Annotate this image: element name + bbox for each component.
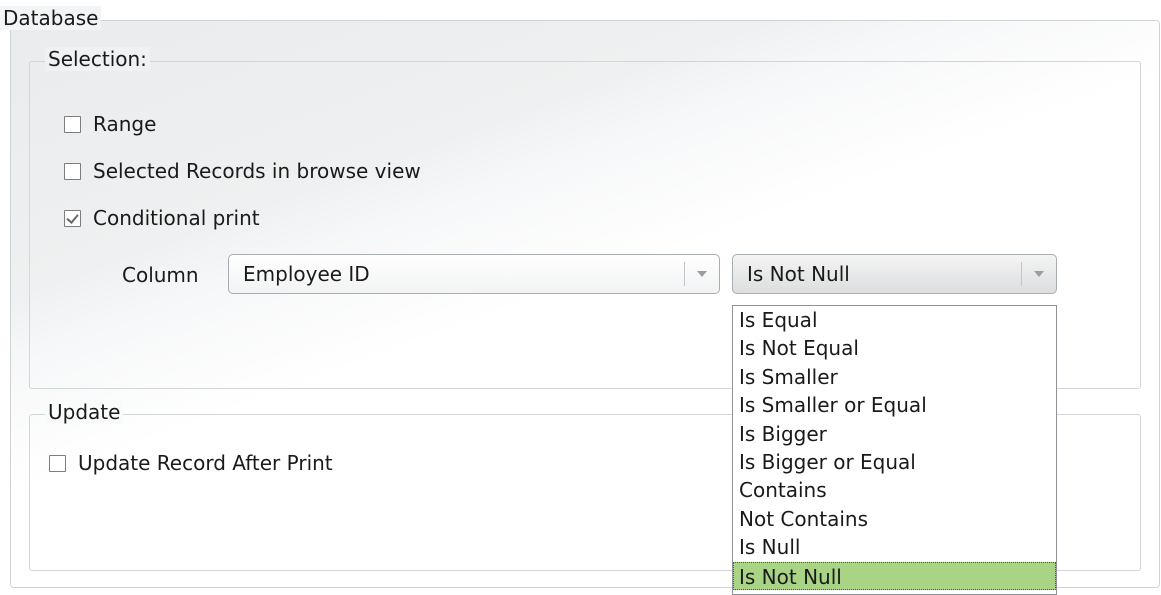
conditional-print-label: Conditional print bbox=[93, 206, 260, 230]
dropdown-option[interactable]: Is Bigger bbox=[733, 420, 1056, 448]
column-select[interactable]: Employee ID bbox=[228, 254, 720, 294]
selected-records-checkbox-row[interactable]: Selected Records in browse view bbox=[64, 158, 421, 184]
dropdown-option[interactable]: Is Smaller bbox=[733, 363, 1056, 391]
column-select-value: Employee ID bbox=[243, 262, 370, 286]
update-group-title: Update bbox=[45, 400, 124, 424]
update-record-checkbox[interactable] bbox=[49, 454, 66, 472]
range-label: Range bbox=[93, 112, 157, 136]
dropdown-option[interactable]: Is Bigger or Equal bbox=[733, 448, 1056, 476]
update-record-checkbox-row[interactable]: Update Record After Print bbox=[49, 450, 333, 476]
dropdown-option-selected[interactable]: Is Not Null bbox=[733, 561, 1056, 590]
range-checkbox-row[interactable]: Range bbox=[64, 111, 156, 137]
dropdown-option[interactable]: Contains bbox=[733, 476, 1056, 504]
selected-records-checkbox[interactable] bbox=[64, 162, 81, 180]
selection-group-title: Selection: bbox=[45, 47, 150, 71]
dropdown-option[interactable]: Is Equal bbox=[733, 306, 1056, 334]
condition-select[interactable]: Is Not Null bbox=[732, 254, 1057, 294]
chevron-down-icon[interactable] bbox=[685, 255, 719, 293]
dropdown-option[interactable]: Is Null bbox=[733, 533, 1056, 561]
update-record-label: Update Record After Print bbox=[78, 451, 333, 475]
range-checkbox[interactable] bbox=[64, 115, 81, 133]
chevron-down-icon[interactable] bbox=[1022, 255, 1056, 293]
conditional-print-checkbox[interactable] bbox=[64, 209, 81, 227]
dropdown-option[interactable]: Is Smaller or Equal bbox=[733, 391, 1056, 419]
database-group-title: Database bbox=[0, 6, 102, 30]
dropdown-option[interactable]: Is Not Equal bbox=[733, 334, 1056, 362]
column-label: Column bbox=[122, 263, 199, 287]
selected-records-label: Selected Records in browse view bbox=[93, 159, 421, 183]
condition-dropdown-list: Is Equal Is Not Equal Is Smaller Is Smal… bbox=[732, 305, 1057, 595]
conditional-print-checkbox-row[interactable]: Conditional print bbox=[64, 205, 260, 231]
dropdown-option[interactable]: Not Contains bbox=[733, 505, 1056, 533]
condition-select-value: Is Not Null bbox=[747, 262, 850, 286]
